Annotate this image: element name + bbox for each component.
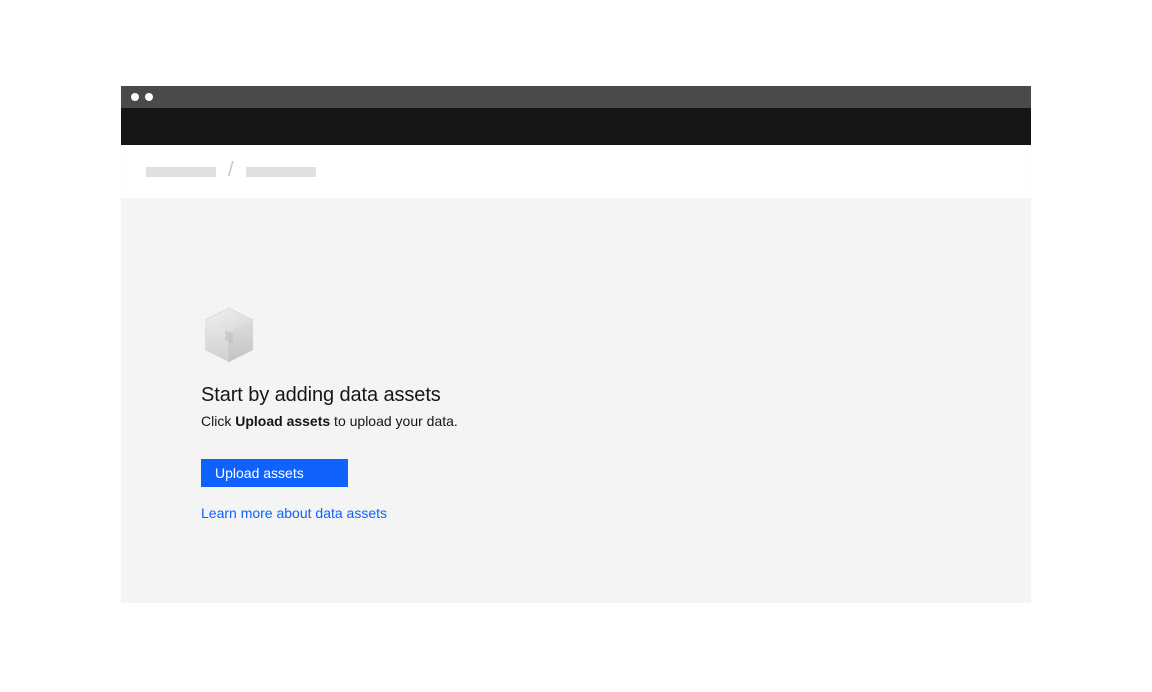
app-header — [121, 108, 1031, 145]
empty-state-subtitle: Click Upload assets to upload your data. — [201, 413, 1031, 429]
breadcrumb-separator: / — [228, 160, 234, 180]
window-control-close[interactable] — [131, 93, 139, 101]
learn-more-link[interactable]: Learn more about data assets — [201, 505, 1031, 521]
breadcrumb-bar: / — [121, 145, 1031, 198]
app-window: / — [121, 86, 1031, 603]
package-icon — [201, 306, 257, 368]
breadcrumb-item-placeholder — [146, 167, 216, 177]
subtitle-bold: Upload assets — [235, 413, 330, 429]
empty-state-title: Start by adding data assets — [201, 384, 1031, 407]
subtitle-suffix: to upload your data. — [330, 413, 458, 429]
upload-assets-button[interactable]: Upload assets — [201, 459, 348, 487]
breadcrumb-item-placeholder — [246, 167, 316, 177]
window-titlebar — [121, 86, 1031, 108]
empty-state: Start by adding data assets Click Upload… — [201, 306, 1031, 521]
main-content: Start by adding data assets Click Upload… — [121, 198, 1031, 603]
subtitle-prefix: Click — [201, 413, 235, 429]
window-control-minimize[interactable] — [145, 93, 153, 101]
